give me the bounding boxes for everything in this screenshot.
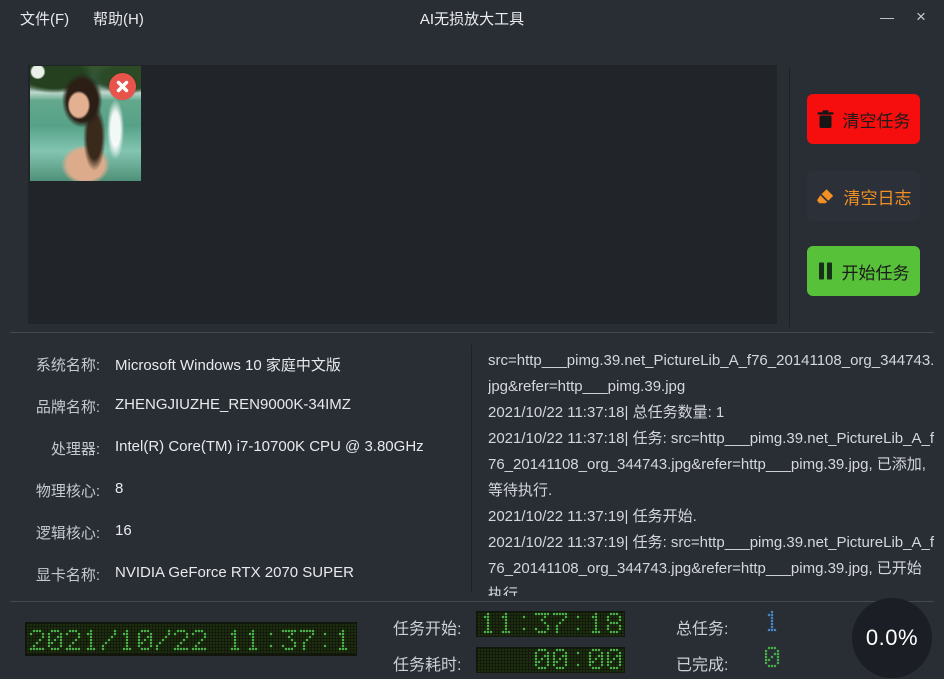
sysinfo-row-os: 系统名称: Microsoft Windows 10 家庭中文版 bbox=[0, 354, 460, 374]
sysinfo-row-brand: 品牌名称: ZHENGJIUZHE_REN9000K-34IMZ bbox=[0, 396, 460, 416]
clear-log-button[interactable]: 清空日志 bbox=[807, 171, 920, 221]
sysinfo-value: Intel(R) Core(TM) i7-10700K CPU @ 3.80GH… bbox=[115, 438, 424, 455]
title-bar: 文件(F) 帮助(H) AI无损放大工具 — × bbox=[0, 0, 944, 40]
task-start-led-display bbox=[476, 611, 625, 637]
total-tasks-value bbox=[765, 610, 782, 635]
task-list-panel[interactable] bbox=[28, 65, 777, 324]
clear-tasks-label: 清空任务 bbox=[843, 107, 911, 132]
start-tasks-button[interactable]: 开始任务 bbox=[807, 246, 920, 296]
log-entry: 2021/10/22 11:37:19| 任务开始. bbox=[488, 504, 936, 530]
sysinfo-value: 16 bbox=[115, 522, 132, 539]
sysinfo-value: Microsoft Windows 10 家庭中文版 bbox=[115, 354, 341, 375]
sysinfo-label: 逻辑核心: bbox=[0, 522, 100, 543]
divider bbox=[471, 345, 472, 593]
log-entry: 2021/10/22 11:37:18| 任务: src=http___pimg… bbox=[488, 426, 936, 504]
divider bbox=[10, 332, 934, 333]
sysinfo-label: 品牌名称: bbox=[0, 396, 100, 417]
sysinfo-row-logical-cores: 逻辑核心: 16 bbox=[0, 522, 460, 542]
sysinfo-row-physical-cores: 物理核心: 8 bbox=[0, 480, 460, 500]
progress-percent: 0.0% bbox=[866, 625, 918, 651]
divider bbox=[10, 601, 934, 602]
start-tasks-label: 开始任务 bbox=[842, 259, 910, 284]
task-elapsed-led-display bbox=[476, 647, 625, 673]
sysinfo-value: NVIDIA GeForce RTX 2070 SUPER bbox=[115, 564, 354, 581]
trash-icon bbox=[817, 110, 834, 129]
panel-splitter bbox=[789, 67, 790, 327]
completed-tasks-value bbox=[765, 646, 782, 671]
sysinfo-value: ZHENGJIUZHE_REN9000K-34IMZ bbox=[115, 396, 351, 413]
log-entry: src=http___pimg.39.net_PictureLib_A_f76_… bbox=[488, 348, 936, 400]
clear-tasks-button[interactable]: 清空任务 bbox=[807, 94, 920, 144]
progress-indicator: 0.0% bbox=[852, 598, 932, 678]
task-elapsed-label: 任务耗时: bbox=[393, 651, 461, 675]
log-entry: 2021/10/22 11:37:19| 任务: src=http___pimg… bbox=[488, 530, 936, 596]
sysinfo-row-cpu: 处理器: Intel(R) Core(TM) i7-10700K CPU @ 3… bbox=[0, 438, 460, 458]
sysinfo-label: 系统名称: bbox=[0, 354, 100, 375]
eraser-icon bbox=[816, 188, 835, 205]
total-tasks-label: 总任务: bbox=[676, 615, 728, 639]
sysinfo-label: 显卡名称: bbox=[0, 564, 100, 585]
clock-led-display bbox=[25, 622, 357, 656]
log-entry: 2021/10/22 11:37:18| 总任务数量: 1 bbox=[488, 400, 936, 426]
close-x-icon bbox=[116, 80, 129, 93]
minimize-button[interactable]: — bbox=[870, 0, 904, 36]
close-button[interactable]: × bbox=[904, 0, 938, 36]
delete-task-button[interactable] bbox=[109, 73, 136, 100]
sysinfo-label: 物理核心: bbox=[0, 480, 100, 501]
menu-help[interactable]: 帮助(H) bbox=[89, 0, 148, 40]
log-output[interactable]: src=http___pimg.39.net_PictureLib_A_f76_… bbox=[488, 348, 936, 596]
completed-tasks-label: 已完成: bbox=[676, 651, 728, 675]
app-window: 文件(F) 帮助(H) AI无损放大工具 — × 清空任务 bbox=[0, 0, 944, 679]
menu-file[interactable]: 文件(F) bbox=[16, 0, 73, 40]
sysinfo-label: 处理器: bbox=[0, 438, 100, 459]
sysinfo-value: 8 bbox=[115, 480, 123, 497]
clear-log-label: 清空日志 bbox=[844, 184, 912, 209]
task-start-label: 任务开始: bbox=[393, 615, 461, 639]
sysinfo-row-gpu: 显卡名称: NVIDIA GeForce RTX 2070 SUPER bbox=[0, 564, 460, 584]
pause-icon bbox=[818, 262, 833, 280]
